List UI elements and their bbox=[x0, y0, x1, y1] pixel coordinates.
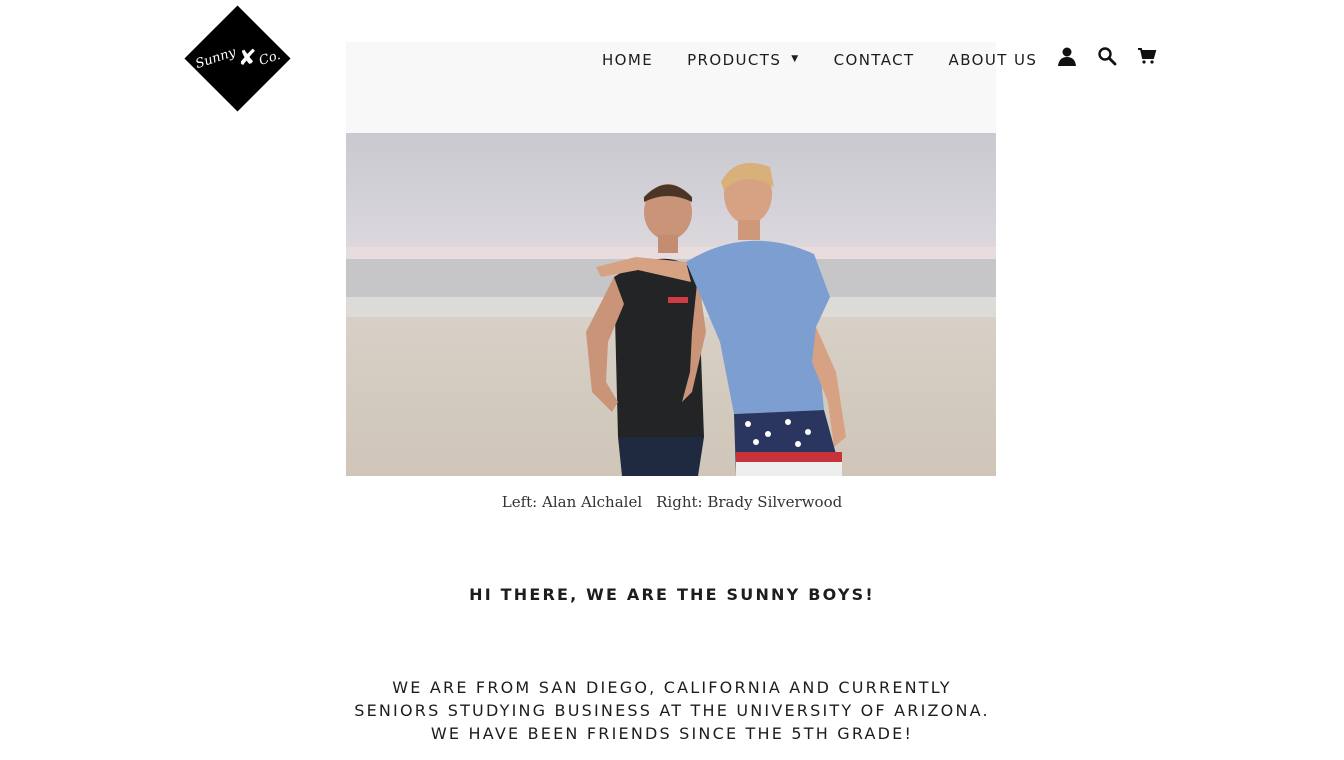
about-line-2: SENIORS STUDYING BUSINESS AT THE UNIVERS… bbox=[354, 701, 990, 720]
nav-products-label: PRODUCTS bbox=[687, 51, 782, 69]
account-icon[interactable] bbox=[1055, 44, 1079, 68]
about-text: WE ARE FROM SAN DIEGO, CALIFORNIA AND CU… bbox=[0, 676, 1344, 745]
beach-photo bbox=[346, 42, 996, 476]
image-caption: Left: Alan Alchalel Right: Brady Silverwo… bbox=[0, 493, 1344, 511]
nav-home-label: HOME bbox=[602, 51, 654, 69]
nav-icons bbox=[1055, 44, 1175, 68]
logo-word-left: Sunny bbox=[193, 44, 238, 73]
caret-down-icon: ▼ bbox=[791, 54, 800, 64]
main-nav: HOME PRODUCTS ▼ CONTACT ABOUT US bbox=[602, 46, 1071, 74]
logo-mark: Sunny ✘ Co. bbox=[184, 5, 291, 112]
hero-image bbox=[346, 42, 996, 476]
nav-contact[interactable]: CONTACT bbox=[834, 51, 915, 69]
about-line-1: WE ARE FROM SAN DIEGO, CALIFORNIA AND CU… bbox=[392, 678, 952, 697]
nav-products[interactable]: PRODUCTS ▼ bbox=[687, 51, 800, 69]
logo-word-right: Co. bbox=[256, 48, 283, 69]
nav-home[interactable]: HOME bbox=[602, 51, 653, 69]
seahorse-icon: ✘ bbox=[238, 45, 257, 71]
caption-left: Left: Alan Alchalel bbox=[501, 493, 643, 511]
search-icon[interactable] bbox=[1095, 44, 1119, 68]
nav-contact-label: CONTACT bbox=[833, 51, 915, 69]
caption-right: Right: Brady Silverwood bbox=[656, 493, 843, 511]
cart-icon[interactable] bbox=[1135, 44, 1159, 68]
nav-about-us[interactable]: ABOUT US bbox=[949, 51, 1038, 69]
page-headline: HI THERE, WE ARE THE SUNNY BOYS! bbox=[469, 585, 875, 604]
logo-link[interactable]: Sunny ✘ Co. bbox=[184, 5, 291, 112]
about-line-3: WE HAVE BEEN FRIENDS SINCE THE 5TH GRADE… bbox=[430, 724, 914, 743]
nav-about-us-label: ABOUT US bbox=[948, 51, 1038, 69]
